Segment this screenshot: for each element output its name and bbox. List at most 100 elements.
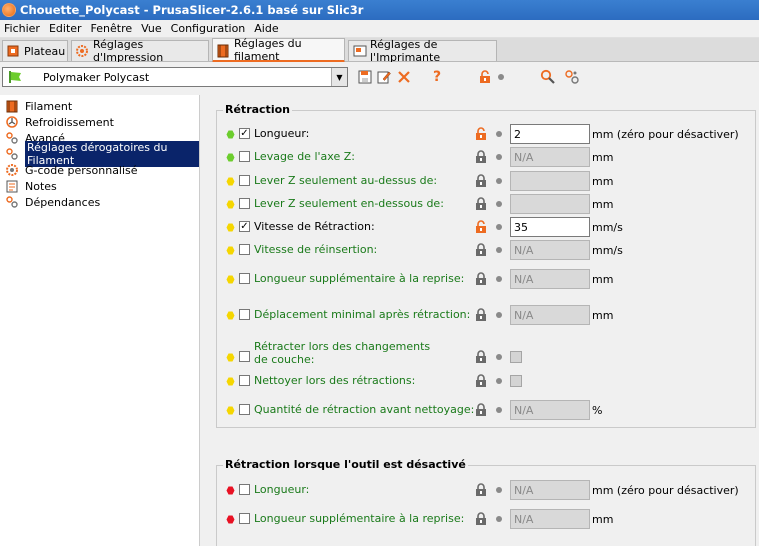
value-field: [510, 194, 590, 214]
setting-row: Nettoyer lors des rétractions:: [206, 371, 759, 391]
settings-panel: Rétraction ✓ Longueur: 2 mm (zéro pour désa…: [206, 95, 759, 546]
setting-row: ✓ Vitesse de Rétraction: 35 mm/s: [206, 217, 759, 237]
value-field[interactable]: 2: [510, 124, 590, 144]
lock-icon[interactable]: [475, 150, 487, 164]
unit-label: mm (zéro pour désactiver): [592, 128, 739, 141]
help-icon[interactable]: ?: [428, 68, 446, 86]
setting-row: Lever Z seulement en-dessous de: mm: [206, 194, 759, 214]
override-checkbox[interactable]: ✓: [239, 221, 250, 232]
setting-label: Lever Z seulement en-dessous de:: [254, 197, 444, 210]
filament-preset-select[interactable]: Polymaker Polycast ▼: [2, 67, 348, 87]
override-checkbox[interactable]: [239, 484, 250, 495]
sidebar-item-cooling[interactable]: Refroidissement: [6, 114, 114, 130]
mode-dot-icon: [226, 199, 235, 209]
override-checkbox[interactable]: [239, 309, 250, 320]
lock-icon[interactable]: [475, 403, 487, 417]
override-checkbox[interactable]: [239, 151, 250, 162]
tab-printer-settings[interactable]: Réglages de l'Imprimante: [348, 38, 497, 64]
value-checkbox: [510, 351, 522, 363]
sidebar-item-custom-gcode[interactable]: G-code personnalisé: [6, 162, 138, 178]
setting-label: Déplacement minimal après rétraction:: [254, 308, 471, 321]
menu-editer[interactable]: Editer: [45, 22, 87, 35]
menu-fenetre[interactable]: Fenêtre: [87, 22, 138, 35]
wrench-icon: [6, 196, 18, 208]
lock-icon[interactable]: [475, 272, 487, 286]
override-checkbox[interactable]: [239, 404, 250, 415]
unit-label: mm (zéro pour désactiver): [592, 484, 739, 497]
cog-icon: [76, 45, 88, 57]
chevron-down-icon[interactable]: ▼: [331, 68, 347, 86]
unit-label: mm: [592, 175, 614, 188]
setting-row: ✓ Longueur: 2 mm (zéro pour désactiver): [206, 124, 759, 144]
menu-configuration[interactable]: Configuration: [167, 22, 251, 35]
unlocked-icon[interactable]: [475, 127, 487, 141]
menu-aide[interactable]: Aide: [250, 22, 283, 35]
override-checkbox[interactable]: [239, 513, 250, 524]
lock-icon[interactable]: [475, 174, 487, 188]
sidebar-item-filament[interactable]: Filament: [6, 98, 72, 114]
tab-plateau[interactable]: Plateau: [2, 40, 68, 61]
override-checkbox[interactable]: [239, 351, 250, 362]
mode-dot-icon: [226, 485, 235, 495]
lock-icon[interactable]: [475, 374, 487, 388]
value-field: [510, 171, 590, 191]
setting-row: Vitesse de réinsertion: N/A mm/s: [206, 240, 759, 260]
mode-dot-icon: [226, 405, 235, 415]
mode-dot-icon: [226, 514, 235, 524]
mode-dot-icon: [226, 222, 235, 232]
flag-icon: [8, 71, 22, 83]
sidebar-item-notes[interactable]: Notes: [6, 178, 57, 194]
setting-row: Levage de l'axe Z: N/A mm: [206, 147, 759, 167]
sidebar-item-filament-overrides[interactable]: Réglages dérogatoires du Filament: [6, 141, 199, 167]
compare-icon[interactable]: [563, 68, 581, 86]
value-checkbox: [510, 375, 522, 387]
unlocked-icon[interactable]: [475, 220, 487, 234]
delete-icon[interactable]: [395, 68, 413, 86]
search-icon[interactable]: [539, 68, 557, 86]
setting-label: Vitesse de Rétraction:: [254, 220, 375, 233]
status-dot: [496, 201, 502, 207]
unit-label: mm: [592, 151, 614, 164]
value-field: N/A: [510, 269, 590, 289]
note-icon: [6, 180, 18, 193]
override-checkbox[interactable]: [239, 175, 250, 186]
lock-icon[interactable]: [475, 350, 487, 364]
lock-icon[interactable]: [475, 197, 487, 211]
status-dot: [496, 154, 502, 160]
override-checkbox[interactable]: [239, 198, 250, 209]
setting-label: Longueur supplémentaire à la reprise:: [254, 272, 465, 285]
value-field: N/A: [510, 509, 590, 529]
status-dot: [496, 516, 502, 522]
lock-icon[interactable]: [475, 243, 487, 257]
group-retraction-disabled: Rétraction lorsque l'outil est désactivé: [216, 458, 756, 546]
tab-bar: Plateau Réglages d'Impression Réglages d…: [0, 37, 759, 64]
setting-row: Rétracter lors des changements de couche…: [206, 340, 759, 366]
sidebar-item-dependencies[interactable]: Dépendances: [6, 194, 100, 210]
setting-row: Longueur: N/A mm (zéro pour désactiver): [206, 480, 759, 500]
status-dot: [496, 276, 502, 282]
setting-row: Lever Z seulement au-dessus de: mm: [206, 171, 759, 191]
lock-icon[interactable]: [475, 308, 487, 322]
save-icon[interactable]: [356, 68, 374, 86]
group-title: Rétraction: [223, 103, 292, 116]
tab-filament-settings[interactable]: Réglages du filament: [212, 37, 345, 63]
status-dot: [496, 178, 502, 184]
unlocked-icon[interactable]: [476, 68, 494, 86]
setting-label: Rétracter lors des changements de couche…: [254, 340, 431, 366]
setting-row: Déplacement minimal après rétraction: N/A…: [206, 305, 759, 325]
cooling-icon: [6, 116, 18, 128]
override-checkbox[interactable]: ✓: [239, 128, 250, 139]
override-checkbox[interactable]: [239, 273, 250, 284]
value-field[interactable]: 35: [510, 217, 590, 237]
lock-icon[interactable]: [475, 483, 487, 497]
value-field: N/A: [510, 305, 590, 325]
group-title: Rétraction lorsque l'outil est désactivé: [223, 458, 468, 471]
unit-label: mm: [592, 273, 614, 286]
override-checkbox[interactable]: [239, 375, 250, 386]
edit-icon[interactable]: [375, 68, 393, 86]
lock-icon[interactable]: [475, 512, 487, 526]
override-checkbox[interactable]: [239, 244, 250, 255]
tab-print-settings[interactable]: Réglages d'Impression: [71, 38, 209, 64]
menu-fichier[interactable]: Fichier: [0, 22, 45, 35]
menu-vue[interactable]: Vue: [137, 22, 167, 35]
